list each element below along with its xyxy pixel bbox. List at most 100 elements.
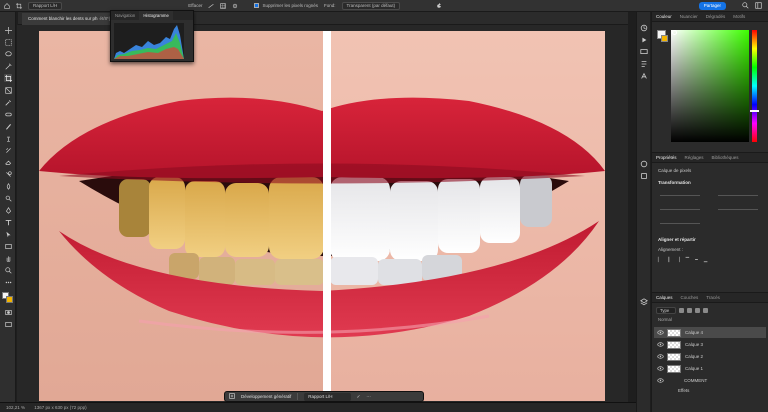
align-left-icon[interactable]: ▏ — [658, 257, 661, 263]
align-top-icon[interactable]: ▔ — [686, 257, 689, 263]
filter-type-icon[interactable] — [695, 307, 701, 313]
tab-navigation[interactable]: Navigation — [111, 11, 139, 20]
visibility-eye-icon[interactable] — [657, 353, 664, 360]
more-tools-icon[interactable] — [4, 278, 12, 286]
height-field[interactable] — [718, 195, 758, 196]
transform-heading[interactable]: Transformation — [658, 180, 691, 185]
gear-icon[interactable] — [232, 3, 238, 9]
layer-filter-select[interactable]: Type — [656, 306, 677, 314]
y-field[interactable] — [718, 209, 758, 210]
eyedropper-tool-icon[interactable] — [4, 98, 12, 106]
tab-properties[interactable]: Propriétés — [652, 153, 681, 162]
comments-icon[interactable] — [640, 48, 648, 56]
layer-row-2[interactable]: Calque 2 — [654, 351, 766, 362]
lasso-tool-icon[interactable] — [4, 50, 12, 58]
healing-brush-icon[interactable] — [4, 110, 12, 118]
object-select-tool-icon[interactable] — [4, 62, 12, 70]
tab-histogram[interactable]: Histogramme — [139, 11, 173, 20]
filter-adjustment-icon[interactable] — [687, 307, 693, 313]
home-icon[interactable] — [4, 2, 10, 9]
color-background-swatch[interactable] — [661, 35, 668, 42]
paragraph-icon[interactable] — [640, 60, 648, 68]
confirm-icon[interactable]: ✓ — [357, 394, 361, 400]
hue-slider-knob[interactable] — [750, 110, 759, 112]
crop-tool-sidebar-icon[interactable] — [4, 74, 12, 82]
zoom-level[interactable]: 102,21 % — [6, 405, 25, 410]
libraries-icon[interactable] — [640, 172, 648, 180]
fill-dropdown[interactable]: Transparent (par défaut) — [341, 1, 401, 10]
align-center-icon[interactable]: ┃ — [667, 257, 670, 263]
frame-tool-icon[interactable] — [4, 86, 12, 94]
clone-stamp-icon[interactable] — [4, 134, 12, 142]
hue-slider[interactable] — [750, 30, 759, 142]
rotation-field[interactable] — [660, 223, 700, 224]
path-select-icon[interactable] — [4, 230, 12, 238]
character-icon[interactable] — [640, 72, 648, 80]
gradient-tool-icon[interactable] — [4, 170, 12, 178]
adjustments-icon[interactable] — [640, 160, 648, 168]
layer-row-3[interactable]: Calque 3 — [654, 339, 766, 350]
pen-tool-icon[interactable] — [4, 206, 12, 214]
history-brush-icon[interactable] — [4, 146, 12, 154]
color-picker-field[interactable] — [671, 30, 749, 142]
blend-mode-select[interactable]: Normal — [658, 317, 672, 322]
width-field[interactable] — [660, 195, 700, 196]
color-picker-ring[interactable] — [672, 30, 677, 35]
generative-expand-button[interactable]: Développement génératif — [241, 394, 291, 399]
filter-shape-icon[interactable] — [703, 307, 709, 313]
tab-color[interactable]: Couleur — [652, 12, 676, 21]
histogram-panel[interactable]: Navigation Histogramme — [110, 10, 194, 62]
tab-layers[interactable]: Calques — [652, 293, 677, 302]
more-options-button[interactable]: ··· — [366, 394, 371, 399]
canvas-area[interactable] — [17, 25, 628, 402]
straighten-icon[interactable] — [208, 3, 215, 9]
align-right-icon[interactable]: ▕ — [676, 257, 679, 263]
screen-mode-icon[interactable] — [4, 320, 12, 328]
tab-patterns[interactable]: Motifs — [729, 12, 749, 21]
tab-libraries[interactable]: Bibliothèques — [708, 153, 743, 162]
zoom-tool-icon[interactable] — [4, 266, 12, 274]
blur-tool-icon[interactable] — [4, 182, 12, 190]
visibility-eye-icon[interactable] — [657, 365, 664, 372]
layer-row-4[interactable]: Calque 4 — [654, 327, 766, 338]
layer-row-1[interactable]: Calque 1 — [654, 363, 766, 374]
quick-mask-icon[interactable] — [4, 308, 12, 316]
type-tool-icon[interactable] — [4, 218, 12, 226]
background-color-swatch[interactable] — [6, 296, 13, 303]
document-tab[interactable]: Comment blanchir les dents sur phét/8*)× — [22, 13, 122, 25]
brush-tool-icon[interactable] — [4, 122, 12, 130]
layer-row-effects[interactable]: Effets — [654, 385, 766, 396]
align-bottom-icon[interactable]: ▁ — [704, 257, 707, 263]
visibility-eye-icon[interactable] — [657, 329, 664, 336]
delete-pixels-checkbox[interactable]: Supprimer les pixels rognés — [254, 3, 318, 8]
eraser-tool-icon[interactable] — [4, 158, 12, 166]
x-field[interactable] — [660, 209, 700, 210]
layers-strip-icon[interactable] — [640, 298, 648, 306]
visibility-eye-icon[interactable] — [657, 377, 664, 384]
visibility-eye-icon[interactable] — [657, 341, 664, 348]
hand-tool-icon[interactable] — [4, 254, 12, 262]
tab-adjustments[interactable]: Réglages — [681, 153, 708, 162]
align-middle-icon[interactable]: ━ — [695, 257, 698, 263]
dodge-tool-icon[interactable] — [4, 194, 12, 202]
crop-tool-icon[interactable] — [16, 2, 22, 9]
tab-paths[interactable]: Tracés — [702, 293, 724, 302]
marquee-tool-icon[interactable] — [4, 38, 12, 46]
generative-expand-icon[interactable] — [229, 393, 235, 400]
tab-gradients[interactable]: Dégradés — [702, 12, 730, 21]
teeth-whitening-photo[interactable] — [39, 31, 605, 401]
tab-channels[interactable]: Couches — [677, 293, 703, 302]
move-tool-icon[interactable] — [4, 26, 12, 34]
align-heading[interactable]: Aligner et répartir — [658, 237, 696, 242]
history-icon[interactable] — [640, 24, 648, 32]
ratio-dropdown[interactable]: Rapport L/H — [28, 1, 63, 10]
rectangle-tool-icon[interactable] — [4, 242, 12, 250]
tab-swatches[interactable]: Nuancier — [676, 12, 702, 21]
ratio-select[interactable]: Rapport L/H — [304, 392, 351, 401]
workspace-icon[interactable] — [755, 2, 762, 9]
reset-icon[interactable] — [436, 2, 442, 9]
grid-overlay-icon[interactable] — [220, 2, 227, 9]
filter-pixel-icon[interactable] — [679, 307, 685, 313]
play-actions-icon[interactable] — [640, 36, 648, 44]
share-button[interactable]: Partager — [698, 2, 726, 10]
